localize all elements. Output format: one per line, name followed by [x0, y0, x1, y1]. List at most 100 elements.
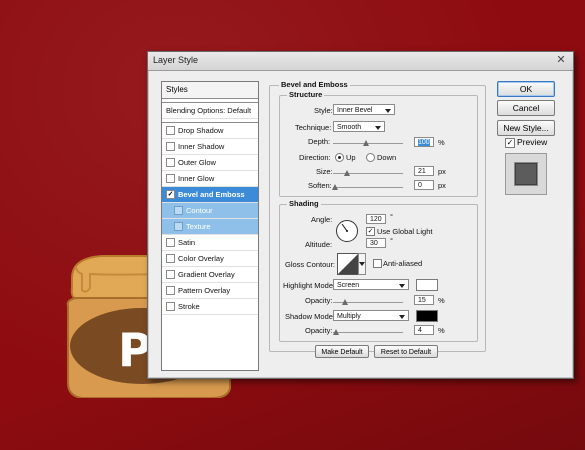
- checkbox-drop-shadow[interactable]: [166, 126, 175, 135]
- direction-label: Direction:: [299, 153, 331, 162]
- depth-value: 100: [418, 139, 430, 146]
- global-light-checkbox[interactable]: ✓: [366, 227, 375, 236]
- soften-slider-track[interactable]: [333, 187, 403, 188]
- shadow-opacity-pct: %: [438, 326, 445, 335]
- style-item-label: Drop Shadow: [178, 126, 224, 135]
- checkbox-inner-shadow[interactable]: [166, 142, 175, 151]
- shadow-mode-select[interactable]: Multiply: [333, 310, 409, 321]
- style-item-gradient-overlay[interactable]: Gradient Overlay: [162, 267, 258, 283]
- size-slider-thumb[interactable]: [344, 170, 350, 176]
- depth-unit: %: [438, 138, 445, 147]
- style-item-inner-shadow[interactable]: Inner Shadow: [162, 139, 258, 155]
- style-item-label: Outer Glow: [178, 158, 216, 167]
- checkbox-pattern-overlay[interactable]: [166, 286, 175, 295]
- style-item-texture[interactable]: Texture: [162, 219, 258, 235]
- style-select-value: Inner Bevel: [337, 107, 373, 114]
- ok-button[interactable]: OK: [497, 81, 555, 97]
- styles-list: Styles Blending Options: Default Drop Sh…: [161, 81, 259, 371]
- style-item-contour[interactable]: Contour: [162, 203, 258, 219]
- checkbox-texture[interactable]: [174, 222, 183, 231]
- soften-slider-thumb[interactable]: [332, 184, 338, 190]
- style-item-stroke[interactable]: Stroke: [162, 299, 258, 315]
- style-item-pattern-overlay[interactable]: Pattern Overlay: [162, 283, 258, 299]
- global-light-label: Use Global Light: [377, 227, 433, 236]
- anti-aliased-label: Anti-aliased: [383, 259, 423, 268]
- highlight-opacity-pct: %: [438, 296, 445, 305]
- reset-default-button[interactable]: Reset to Default: [374, 345, 438, 358]
- depth-input[interactable]: 100: [414, 137, 434, 147]
- structure-title: Structure: [287, 90, 325, 99]
- style-item-label: Satin: [178, 238, 196, 247]
- preview-swatch: [515, 163, 537, 185]
- cancel-button[interactable]: Cancel: [497, 100, 555, 116]
- style-item-color-overlay[interactable]: Color Overlay: [162, 251, 258, 267]
- style-item-label: Contour: [186, 206, 213, 215]
- checkbox-bevel-emboss[interactable]: ✓: [166, 190, 175, 199]
- soften-input[interactable]: 0: [414, 180, 434, 190]
- highlight-color-swatch[interactable]: [416, 279, 438, 291]
- style-label: Style:: [314, 106, 333, 115]
- shadow-opacity-input[interactable]: 4: [414, 325, 434, 335]
- preview-checkbox[interactable]: ✓: [505, 138, 515, 148]
- shadow-opacity-track[interactable]: [333, 332, 403, 333]
- angle-dial[interactable]: [336, 220, 358, 242]
- angle-label: Angle:: [311, 215, 333, 224]
- style-item-label: Texture: [186, 222, 211, 231]
- highlight-mode-label: Highlight Mode:: [283, 281, 336, 290]
- checkbox-gradient-overlay[interactable]: [166, 270, 175, 279]
- style-item-label: Color Overlay: [178, 254, 224, 263]
- blending-options[interactable]: Blending Options: Default: [162, 102, 258, 119]
- checkbox-satin[interactable]: [166, 238, 175, 247]
- style-item-label: Inner Glow: [178, 174, 215, 183]
- style-item-satin[interactable]: Satin: [162, 235, 258, 251]
- radio-down-label: Down: [377, 153, 397, 162]
- checkbox-outer-glow[interactable]: [166, 158, 175, 167]
- style-select[interactable]: Inner Bevel: [333, 104, 395, 115]
- style-item-label: Bevel and Emboss: [178, 190, 245, 199]
- highlight-opacity-value: 15: [418, 297, 426, 304]
- new-style-button[interactable]: New Style...: [497, 120, 555, 136]
- highlight-opacity-input[interactable]: 15: [414, 295, 434, 305]
- gloss-contour-dropdown[interactable]: [358, 253, 366, 275]
- style-item-label: Inner Shadow: [178, 142, 225, 151]
- size-input[interactable]: 21: [414, 166, 434, 176]
- depth-slider-thumb[interactable]: [363, 140, 369, 146]
- gloss-contour-picker[interactable]: [337, 253, 359, 275]
- style-item-inner-glow[interactable]: Inner Glow: [162, 171, 258, 187]
- shadow-opacity-label: Opacity:: [305, 326, 333, 335]
- altitude-label: Altitude:: [305, 240, 333, 249]
- chevron-down-icon: [385, 109, 391, 113]
- checkbox-color-overlay[interactable]: [166, 254, 175, 263]
- style-item-bevel-emboss[interactable]: ✓ Bevel and Emboss: [162, 187, 258, 203]
- shadow-color-swatch[interactable]: [416, 310, 438, 322]
- highlight-opacity-label: Opacity:: [305, 296, 333, 305]
- style-item-drop-shadow[interactable]: Drop Shadow: [162, 122, 258, 139]
- soften-unit: px: [438, 181, 446, 190]
- highlight-mode-select[interactable]: Screen: [333, 279, 409, 290]
- radio-up[interactable]: [335, 153, 344, 162]
- shadow-opacity-thumb[interactable]: [333, 329, 339, 335]
- style-item-outer-glow[interactable]: Outer Glow: [162, 155, 258, 171]
- depth-label: Depth:: [308, 137, 331, 146]
- technique-select-value: Smooth: [337, 124, 362, 131]
- altitude-value: 30: [370, 240, 378, 247]
- chevron-down-icon: [359, 262, 365, 266]
- angle-input[interactable]: 120: [366, 214, 386, 224]
- radio-down[interactable]: [366, 153, 375, 162]
- checkbox-inner-glow[interactable]: [166, 174, 175, 183]
- preview-label: Preview: [517, 137, 548, 147]
- make-default-button[interactable]: Make Default: [315, 345, 369, 358]
- technique-select[interactable]: Smooth: [333, 121, 385, 132]
- shading-title: Shading: [287, 199, 321, 208]
- altitude-input[interactable]: 30: [366, 238, 386, 248]
- title-bar: Layer Style ✕: [148, 52, 573, 71]
- close-icon[interactable]: ✕: [555, 54, 567, 66]
- checkbox-contour[interactable]: [174, 206, 183, 215]
- soften-label: Soften:: [308, 181, 332, 190]
- styles-header[interactable]: Styles: [162, 82, 258, 99]
- contour-curve-icon: [338, 254, 358, 274]
- highlight-opacity-thumb[interactable]: [342, 299, 348, 305]
- anti-aliased-checkbox[interactable]: [373, 259, 382, 268]
- checkbox-stroke[interactable]: [166, 302, 175, 311]
- chevron-down-icon: [399, 284, 405, 288]
